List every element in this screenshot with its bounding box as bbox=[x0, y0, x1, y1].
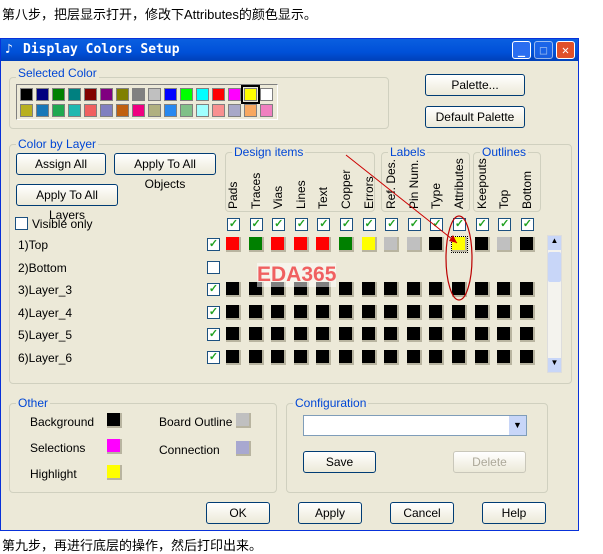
ok-button[interactable]: OK bbox=[206, 502, 270, 524]
background-color-swatch[interactable] bbox=[107, 413, 122, 428]
caption-top: 第八步，把层显示打开，修改下Attributes的颜色显示。 bbox=[2, 7, 317, 22]
board-outline-label: Board Outline bbox=[159, 415, 233, 429]
connection-label: Connection bbox=[159, 443, 220, 457]
connection-color-swatch[interactable] bbox=[236, 441, 251, 456]
layer-color-cell[interactable] bbox=[271, 350, 287, 365]
layer-color-cell[interactable] bbox=[361, 350, 377, 365]
layer-color-cell[interactable] bbox=[248, 350, 264, 365]
highlight-label: Highlight bbox=[30, 467, 77, 481]
configuration-select[interactable]: ▼ bbox=[303, 415, 527, 436]
apply-button[interactable]: Apply bbox=[298, 502, 362, 524]
layer-color-cell[interactable] bbox=[452, 350, 467, 365]
other-label: Other bbox=[16, 396, 51, 410]
caption-bottom: 第九步，再进行底层的操作，然后打印出来。 bbox=[2, 538, 263, 553]
layer-color-cell[interactable] bbox=[339, 350, 354, 365]
layer-color-cell[interactable] bbox=[293, 350, 309, 365]
layer-color-cell[interactable] bbox=[226, 350, 241, 365]
layer-color-cell[interactable] bbox=[497, 350, 513, 365]
configuration-label: Configuration bbox=[293, 396, 369, 410]
layer-name: 6)Layer_6 bbox=[18, 351, 73, 365]
layer-color-cell[interactable] bbox=[519, 350, 535, 365]
layer-color-cell[interactable] bbox=[316, 350, 332, 365]
scroll-down-icon[interactable]: ▼ bbox=[548, 358, 561, 372]
board-outline-color-swatch[interactable] bbox=[236, 413, 251, 428]
annotation-arrow bbox=[345, 154, 473, 301]
selections-label: Selections bbox=[30, 441, 86, 455]
delete-button[interactable]: Delete bbox=[453, 451, 526, 473]
highlight-color-swatch[interactable] bbox=[107, 465, 122, 480]
display-colors-dialog: ♪ Display Colors Setup _ □ ✕ Selected Co… bbox=[0, 38, 579, 531]
layer-color-cell[interactable] bbox=[384, 350, 400, 365]
selections-color-swatch[interactable] bbox=[107, 439, 122, 454]
chevron-down-icon[interactable]: ▼ bbox=[509, 416, 526, 435]
layer-color-cell[interactable] bbox=[429, 350, 445, 365]
layer-visible-checkbox[interactable]: ✓ bbox=[207, 351, 220, 364]
layer-color-cell[interactable] bbox=[406, 350, 422, 365]
background-label: Background bbox=[30, 415, 95, 429]
layer-color-cell[interactable] bbox=[474, 350, 490, 365]
cancel-button[interactable]: Cancel bbox=[390, 502, 454, 524]
save-button[interactable]: Save bbox=[303, 451, 376, 473]
help-button[interactable]: Help bbox=[482, 502, 546, 524]
